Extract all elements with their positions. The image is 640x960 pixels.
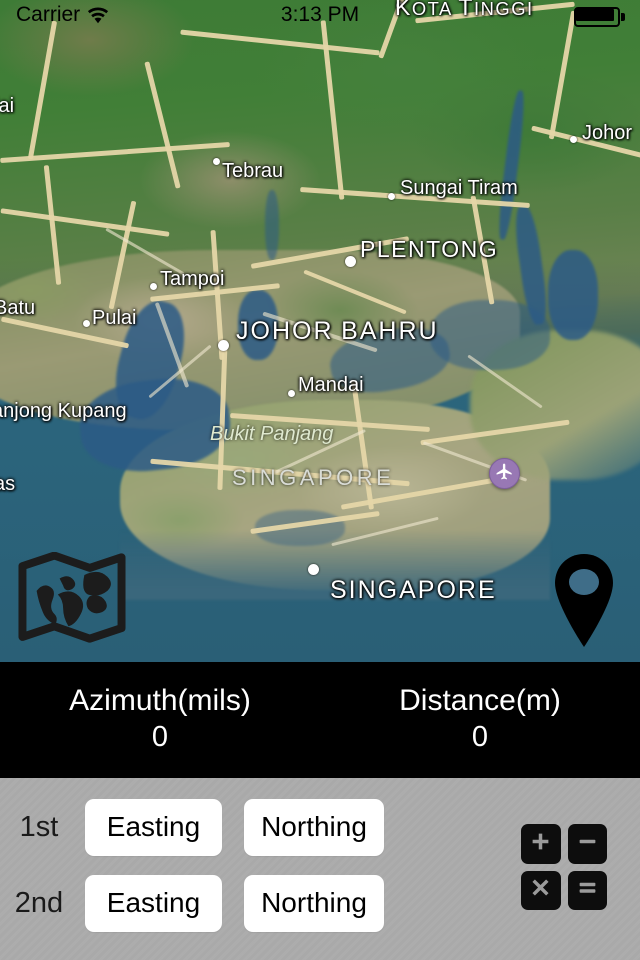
app-root: KOTA TINGGIlaiJohorTebrauSungai TiramPLE… [0, 0, 640, 960]
map-place-label: anjong Kupang [0, 400, 127, 422]
map-place-label: Tampoi [160, 268, 225, 290]
map-place-dot [570, 136, 577, 143]
calculator-button[interactable] [521, 824, 607, 910]
map-place-label: Tebrau [222, 160, 284, 182]
map-place-label: Pulai [92, 307, 137, 329]
folded-map-icon [18, 552, 126, 644]
map-river [430, 300, 550, 370]
map-place-dot [308, 564, 319, 575]
map-view[interactable]: KOTA TINGGIlaiJohorTebrauSungai TiramPLE… [0, 0, 640, 662]
azimuth-value: 0 [151, 720, 169, 753]
readout-panel: Azimuth(mils) 0 Distance(m) 0 [0, 662, 640, 778]
map-place-dot [218, 340, 229, 351]
map-place-label: Batu [0, 297, 36, 319]
battery-full-icon [574, 7, 626, 27]
map-place-dot [345, 256, 356, 267]
azimuth-readout: Azimuth(mils) 0 [0, 662, 320, 778]
map-river [548, 250, 598, 340]
map-place-label: Johor [582, 122, 633, 144]
calculator-key-minus[interactable] [567, 824, 607, 864]
map-pin-icon [553, 552, 615, 649]
calculator-key-multiply[interactable] [521, 870, 561, 910]
battery-fill [576, 9, 614, 21]
map-place-label: Sungai Tiram [400, 177, 518, 199]
second-easting-input[interactable] [85, 874, 222, 932]
map-place-label: SINGAPORE [330, 576, 497, 604]
map-place-label: SINGAPORE [232, 465, 395, 490]
first-point-label: 1st [19, 810, 59, 843]
coordinate-row-first: 1st [0, 797, 430, 857]
status-time: 3:13 PM [280, 3, 360, 26]
map-place-label: JOHOR BAHRU [236, 317, 439, 345]
first-easting-input[interactable] [85, 798, 222, 856]
map-river [265, 190, 279, 260]
azimuth-label: Azimuth(mils) [69, 684, 251, 718]
map-place-dot [213, 158, 220, 165]
distance-readout: Distance(m) 0 [320, 662, 640, 778]
distance-value: 0 [471, 720, 489, 753]
map-place-dot [150, 283, 157, 290]
second-northing-input[interactable] [244, 874, 384, 932]
airplane-icon [495, 462, 514, 486]
distance-label: Distance(m) [399, 684, 561, 718]
airport-marker[interactable] [489, 458, 520, 489]
map-place-label: as [0, 473, 16, 495]
multiply-icon [530, 877, 551, 903]
first-northing-input[interactable] [244, 798, 384, 856]
map-place-label: Mandai [298, 374, 364, 396]
second-point-label: 2nd [14, 886, 64, 919]
map-place-dot [388, 193, 395, 200]
equals-icon [577, 877, 598, 903]
map-place-label: lai [0, 95, 15, 117]
map-place-label: Bukit Panjang [210, 423, 334, 445]
map-layers-button[interactable] [18, 552, 126, 644]
plus-icon [530, 831, 551, 857]
map-place-label: PLENTONG [360, 236, 499, 262]
drop-pin-button[interactable] [553, 552, 615, 649]
coordinate-row-second: 2nd [0, 873, 430, 933]
minus-icon [577, 831, 598, 857]
status-bar: Carrier 3:13 PM [0, 0, 640, 32]
map-place-dot [288, 390, 295, 397]
calculator-key-plus[interactable] [521, 824, 561, 864]
calculator-key-equals[interactable] [567, 870, 607, 910]
battery-nub [621, 13, 625, 21]
map-place-dot [83, 320, 90, 327]
